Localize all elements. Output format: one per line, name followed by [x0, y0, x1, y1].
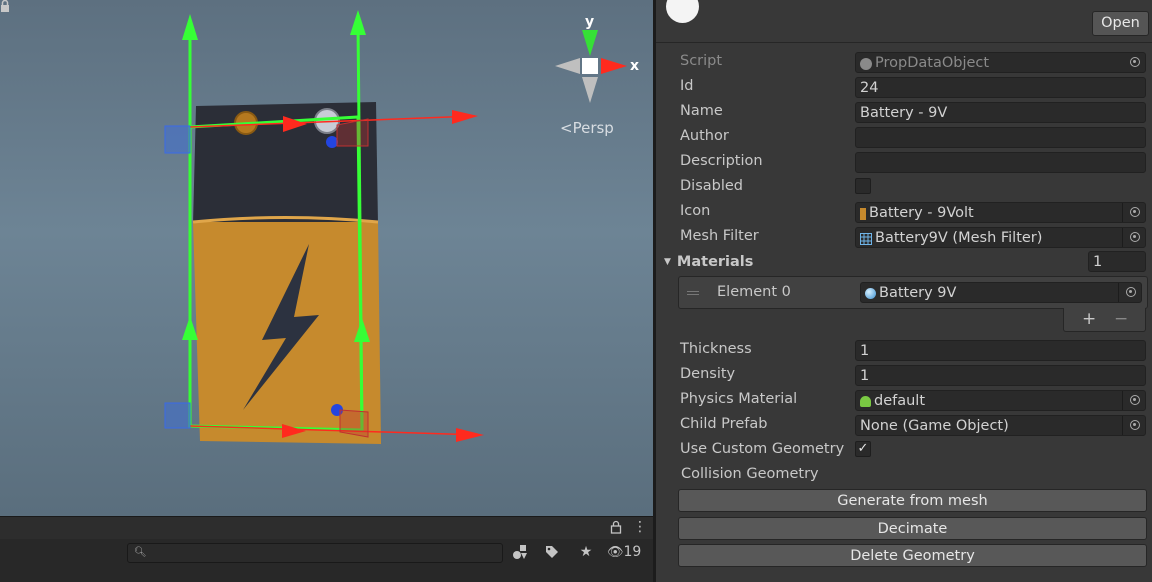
lock-icon[interactable]	[610, 520, 622, 534]
physics-material-field[interactable]: default	[855, 390, 1146, 411]
battery-model[interactable]	[192, 102, 381, 444]
svg-text:y: y	[585, 14, 594, 30]
asset-preview-icon	[666, 0, 699, 23]
author-field[interactable]	[855, 127, 1146, 148]
child-prefab-field[interactable]: None (Game Object)	[855, 415, 1146, 436]
gizmo-x-cone-icon	[601, 58, 627, 74]
icon-field[interactable]: Battery - 9Volt	[855, 202, 1146, 223]
physics-material-label: Physics Material	[680, 391, 798, 407]
materials-list: Element 0 Battery 9V	[678, 276, 1148, 309]
icon-label: Icon	[680, 203, 711, 219]
sprite-asset-icon	[860, 207, 866, 220]
y-axis-arrow-icon	[182, 316, 198, 340]
element-0-label: Element 0	[717, 284, 791, 300]
svg-text:x: x	[630, 58, 639, 74]
mesh-filter-icon	[860, 232, 872, 245]
materials-foldout[interactable]: ▼ Materials	[664, 254, 753, 270]
use-custom-geometry-label: Use Custom Geometry	[680, 441, 845, 457]
lock-icon[interactable]	[0, 0, 10, 12]
foldout-arrow-icon: ▼	[664, 257, 671, 267]
add-element-button[interactable]: +	[1082, 309, 1096, 329]
name-label: Name	[680, 103, 723, 119]
materials-label: Materials	[676, 254, 754, 270]
disabled-checkbox[interactable]	[855, 178, 871, 194]
inspector-panel: Open Script PropDataObject Id 24 Name Ba…	[656, 0, 1152, 582]
description-field[interactable]	[855, 152, 1146, 173]
pivot-handle	[326, 136, 338, 148]
decimate-button[interactable]: Decimate	[678, 517, 1147, 540]
visibility-hidden-icon: 👁︎	[607, 545, 624, 560]
id-field[interactable]: 24	[855, 77, 1146, 98]
script-field[interactable]: PropDataObject	[855, 52, 1146, 73]
y-axis-arrow-icon	[182, 14, 198, 40]
orientation-gizmo[interactable]: y x	[555, 14, 639, 103]
scene-view[interactable]: y x <Persp	[0, 0, 653, 516]
remove-element-button[interactable]: −	[1114, 309, 1128, 329]
visibility-toggle[interactable]: 👁︎19	[607, 541, 649, 563]
list-add-remove: + −	[1063, 308, 1146, 332]
physics-material-icon	[860, 396, 871, 407]
name-field[interactable]: Battery - 9V	[855, 102, 1146, 123]
label-filter-icon[interactable]	[542, 541, 562, 563]
object-picker-icon[interactable]	[1126, 287, 1136, 297]
mesh-filter-label: Mesh Filter	[680, 228, 759, 244]
description-label: Description	[680, 153, 763, 169]
x-axis-arrow-icon	[456, 428, 484, 442]
use-custom-geometry-checkbox[interactable]: ✓	[855, 441, 871, 457]
hidden-count: 19	[623, 544, 642, 560]
y-axis-arrow-icon	[350, 10, 366, 35]
search-input[interactable]: 🔍︎	[127, 543, 503, 563]
script-label: Script	[680, 53, 723, 69]
object-picker-icon[interactable]	[1130, 207, 1140, 217]
material-asset-icon	[865, 288, 876, 299]
density-field[interactable]: 1	[855, 365, 1146, 386]
generate-from-mesh-button[interactable]: Generate from mesh	[678, 489, 1147, 512]
panel-tab-bar	[0, 516, 653, 539]
open-button[interactable]: Open	[1092, 11, 1149, 36]
search-icon: 🔍︎	[134, 547, 147, 558]
projection-label: Persp	[572, 119, 614, 137]
scene-canvas[interactable]: y x	[0, 0, 653, 516]
kebab-menu-icon[interactable]: ⋮	[633, 519, 647, 535]
element-0-field[interactable]: Battery 9V	[860, 282, 1142, 303]
z-handle-square	[164, 402, 191, 429]
thickness-label: Thickness	[680, 341, 752, 357]
gizmo-y-cone-icon	[582, 30, 598, 56]
object-picker-icon[interactable]	[1130, 57, 1140, 67]
mesh-filter-field[interactable]: Battery9V (Mesh Filter)	[855, 227, 1146, 248]
author-label: Author	[680, 128, 729, 144]
child-prefab-label: Child Prefab	[680, 416, 768, 432]
object-picker-icon[interactable]	[1130, 395, 1140, 405]
projection-toggle[interactable]: <Persp	[560, 119, 614, 137]
header-separator	[656, 42, 1152, 43]
density-label: Density	[680, 366, 736, 382]
perspective-icon: <	[560, 119, 573, 137]
favorite-star-icon[interactable]: ★	[576, 541, 596, 563]
checkmark-icon: ✓	[857, 441, 869, 456]
type-filter-icon[interactable]	[510, 541, 530, 563]
x-axis-arrow-icon	[452, 110, 478, 124]
collision-geometry-label: Collision Geometry	[681, 466, 819, 482]
delete-geometry-button[interactable]: Delete Geometry	[678, 544, 1147, 567]
object-picker-icon[interactable]	[1130, 420, 1140, 430]
disabled-label: Disabled	[680, 178, 743, 194]
materials-size-field[interactable]: 1	[1088, 251, 1146, 272]
id-label: Id	[680, 78, 694, 94]
drag-handle-icon[interactable]	[687, 291, 699, 295]
thickness-field[interactable]: 1	[855, 340, 1146, 361]
script-asset-icon	[860, 57, 872, 70]
object-picker-icon[interactable]	[1130, 232, 1140, 242]
z-handle-square	[164, 125, 191, 154]
